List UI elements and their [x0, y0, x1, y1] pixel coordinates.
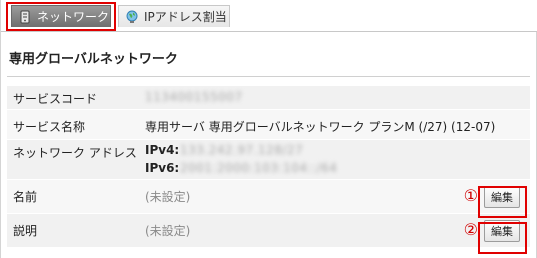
info-table: サービスコード 113400155007 サービス名称 専用サーバ 専用グローバ… [7, 86, 530, 248]
edit-name-button[interactable]: 編集 [484, 186, 520, 208]
tab-network[interactable]: ネットワーク [11, 5, 111, 27]
edit-description-button[interactable]: 編集 [484, 220, 520, 242]
service-code-label: サービスコード [13, 92, 98, 106]
page-title: 専用グローバルネットワーク [9, 52, 178, 67]
service-name-label: サービス名称 [13, 120, 86, 134]
service-name-value: 専用サーバ 専用グローバルネットワーク プランM (/27) (12-07) [145, 120, 496, 134]
service-code-value: 113400155007 [145, 90, 243, 104]
tab-ip-address-label: IPアドレス割当 [144, 10, 227, 24]
ipv6-label: IPv6: [145, 161, 180, 175]
ipv4-label: IPv4: [145, 143, 180, 157]
description-label: 説明 [13, 224, 38, 238]
callout-marker-1: ① [463, 186, 478, 205]
globe-icon [125, 10, 139, 24]
name-label: 名前 [13, 190, 38, 204]
title-divider [7, 76, 530, 77]
ipv4-value: 133.242.97.128/27 [180, 143, 304, 157]
tab-network-label: ネットワーク [37, 10, 110, 24]
ipv6-value: 2001:2000:103:104::/64 [180, 161, 338, 175]
network-detail-panel: ネットワーク IPアドレス割当 専用グローバルネットワーク サービスコード 11… [0, 0, 537, 258]
network-address-value: IPv4: 133.242.97.128/27 IPv6: 2001:2000:… [145, 141, 337, 177]
row-service-name: サービス名称 専用サーバ 専用グローバルネットワーク プランM (/27) (1… [7, 110, 530, 140]
row-network-address: ネットワーク アドレス IPv4: 133.242.97.128/27 IPv6… [7, 140, 530, 180]
callout-marker-2: ② [463, 220, 478, 239]
ipv6-line: IPv6: 2001:2000:103:104::/64 [145, 159, 337, 177]
network-address-label: ネットワーク アドレス [13, 146, 137, 160]
tab-bar: ネットワーク IPアドレス割当 [1, 0, 537, 32]
server-icon [18, 10, 32, 24]
row-description: 説明 (未設定) ② 編集 [7, 214, 530, 248]
tab-ip-address[interactable]: IPアドレス割当 [118, 5, 230, 27]
description-value: (未設定) [145, 224, 191, 238]
row-name: 名前 (未設定) ① 編集 [7, 180, 530, 214]
name-value: (未設定) [145, 190, 191, 204]
row-service-code: サービスコード 113400155007 [7, 86, 530, 110]
ipv4-line: IPv4: 133.242.97.128/27 [145, 141, 337, 159]
